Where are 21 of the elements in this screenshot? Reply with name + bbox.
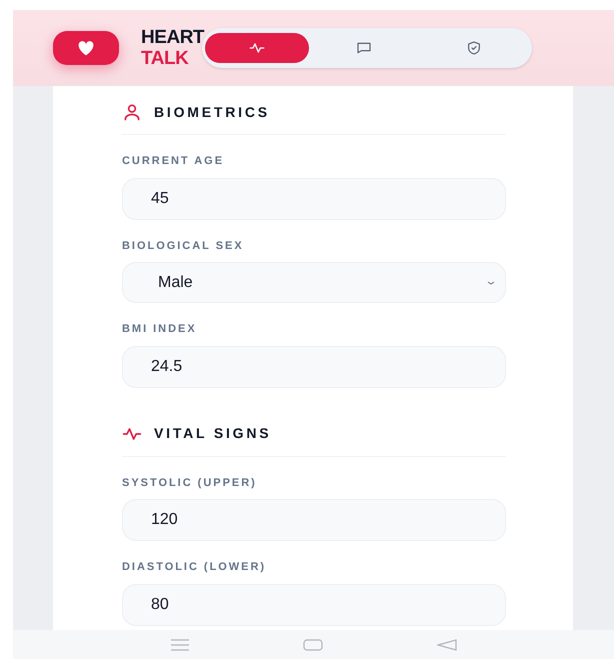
home-icon[interactable] <box>303 638 324 650</box>
select-field[interactable]: Male <box>122 262 506 303</box>
nav-tab[interactable] <box>205 33 310 63</box>
back-icon[interactable] <box>437 638 458 650</box>
input-field[interactable]: 45 <box>122 178 506 220</box>
person-icon <box>122 102 142 122</box>
app-name: TALK <box>141 49 190 68</box>
field-label: BIOLOGICAL SEX <box>122 238 245 254</box>
menu-icon[interactable] <box>170 638 190 650</box>
input-field[interactable]: 80 <box>122 584 506 626</box>
chat-icon <box>356 40 372 56</box>
input-field[interactable]: 120 <box>122 499 506 541</box>
field-label: BMI INDEX <box>122 322 198 337</box>
section-title: VITAL SIGNS <box>154 424 272 443</box>
section-title: BIOMETRICS <box>154 102 270 122</box>
app-name: HEART <box>141 28 204 47</box>
field-label: SYSTOLIC (UPPER) <box>122 476 258 490</box>
shield-icon <box>466 40 482 56</box>
input-field[interactable]: 24.5 <box>122 346 506 388</box>
field-label: DIASTOLIC (LOWER) <box>122 560 268 575</box>
field-label: CURRENT AGE <box>122 154 226 169</box>
